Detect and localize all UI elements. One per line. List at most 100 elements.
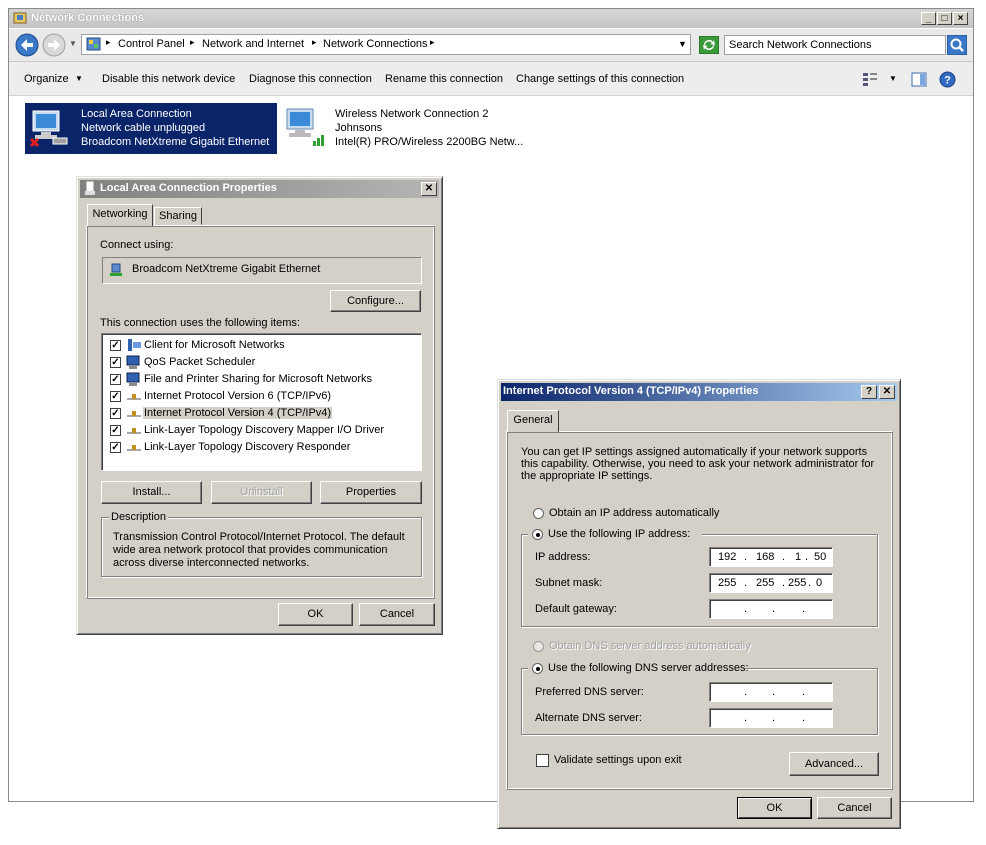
- connection-tile-lan[interactable]: Local Area Connection Network cable unpl…: [25, 103, 277, 154]
- diagnose-button[interactable]: Diagnose this connection: [249, 73, 372, 85]
- item-checkbox[interactable]: ✓: [110, 374, 121, 385]
- preferred-dns-field[interactable]: . . .: [709, 682, 833, 702]
- breadcrumb-separator-icon[interactable]: ▸: [190, 37, 195, 48]
- ok-button[interactable]: OK: [278, 603, 353, 626]
- breadcrumb-control-panel[interactable]: Control Panel: [118, 38, 185, 50]
- ip-octet-3[interactable]: 1: [795, 551, 801, 563]
- network-adapter-icon: [85, 181, 95, 195]
- search-icon[interactable]: [947, 35, 967, 55]
- history-dropdown-icon[interactable]: ▼: [69, 39, 77, 48]
- default-gateway-field[interactable]: . . .: [709, 599, 833, 619]
- item-checkbox[interactable]: ✓: [110, 442, 121, 453]
- tab-general[interactable]: General: [507, 410, 559, 432]
- back-arrow-icon[interactable]: [15, 33, 39, 57]
- list-item[interactable]: ✓ Link-Layer Topology Discovery Mapper I…: [110, 422, 410, 439]
- obtain-dns-radio[interactable]: [533, 641, 544, 652]
- alternate-dns-field[interactable]: . . .: [709, 708, 833, 728]
- ip-dot: .: [744, 551, 748, 563]
- help-button[interactable]: ?: [861, 385, 877, 399]
- use-dns-label[interactable]: Use the following DNS server addresses:: [548, 662, 749, 674]
- ip-dot: .: [805, 551, 809, 563]
- maximize-button[interactable]: □: [937, 12, 952, 25]
- validate-label[interactable]: Validate settings upon exit: [554, 754, 682, 766]
- breadcrumb-separator-icon[interactable]: ▸: [430, 37, 435, 48]
- list-item[interactable]: ✓ Link-Layer Topology Discovery Responde…: [110, 439, 410, 456]
- connection-tile-wireless[interactable]: Wireless Network Connection 2 Johnsons I…: [281, 103, 541, 154]
- close-button[interactable]: ✕: [421, 182, 437, 196]
- list-item[interactable]: ✓ Internet Protocol Version 6 (TCP/IPv6): [110, 388, 410, 405]
- preview-pane-icon[interactable]: [911, 72, 927, 87]
- dialog-titlebar[interactable]: Internet Protocol Version 4 (TCP/IPv4) P…: [501, 383, 897, 401]
- use-ip-label[interactable]: Use the following IP address:: [548, 528, 690, 540]
- list-item[interactable]: ✓ Client for Microsoft Networks: [110, 337, 410, 354]
- window-titlebar[interactable]: Network Connections _ □ ×: [9, 9, 973, 28]
- configure-button[interactable]: Configure...: [330, 290, 421, 312]
- components-list[interactable]: ✓ Client for Microsoft Networks ✓ QoS Pa…: [101, 333, 422, 471]
- item-checkbox[interactable]: ✓: [110, 391, 121, 402]
- dialog-titlebar[interactable]: Local Area Connection Properties ✕: [80, 180, 439, 198]
- close-button[interactable]: ✕: [879, 385, 895, 399]
- ip-dot: .: [802, 603, 806, 615]
- list-item[interactable]: ✓ QoS Packet Scheduler: [110, 354, 410, 371]
- install-button[interactable]: Install...: [101, 481, 202, 504]
- views-dropdown-icon[interactable]: ▼: [889, 74, 897, 83]
- address-bar-row: ▼ ▸ Control Panel ▸ Network and Internet…: [9, 29, 973, 62]
- subnet-octet-3[interactable]: 255: [788, 577, 806, 589]
- help-icon[interactable]: ?: [939, 71, 956, 88]
- description-label: Description: [109, 511, 169, 523]
- organize-menu[interactable]: Organize: [24, 73, 69, 85]
- organize-dropdown-icon[interactable]: ▼: [75, 74, 83, 83]
- control-panel-icon: [86, 37, 101, 51]
- ip-dot: .: [808, 577, 812, 589]
- ip-octet-1[interactable]: 192: [718, 551, 736, 563]
- cancel-button[interactable]: Cancel: [817, 797, 892, 819]
- ip-dot: .: [772, 686, 776, 698]
- disable-device-button[interactable]: Disable this network device: [102, 73, 235, 85]
- views-icon[interactable]: [862, 72, 878, 86]
- ip-octet-4[interactable]: 50: [814, 551, 826, 563]
- properties-button[interactable]: Properties: [320, 481, 422, 504]
- item-checkbox[interactable]: ✓: [110, 357, 121, 368]
- close-button[interactable]: ×: [953, 12, 968, 25]
- rename-button[interactable]: Rename this connection: [385, 73, 503, 85]
- minimize-button[interactable]: _: [921, 12, 936, 25]
- item-checkbox[interactable]: ✓: [110, 425, 121, 436]
- obtain-dns-label[interactable]: Obtain DNS server address automatically: [549, 640, 751, 652]
- tab-sharing[interactable]: Sharing: [154, 207, 202, 225]
- breadcrumb-network-connections[interactable]: Network Connections: [323, 38, 428, 50]
- subnet-octet-4[interactable]: 0: [816, 577, 822, 589]
- cancel-button[interactable]: Cancel: [359, 603, 435, 626]
- advanced-button[interactable]: Advanced...: [789, 752, 879, 776]
- ip-octet-2[interactable]: 168: [756, 551, 774, 563]
- use-ip-radio[interactable]: [532, 529, 543, 540]
- address-breadcrumb[interactable]: ▸ Control Panel ▸ Network and Internet ▸…: [81, 34, 691, 55]
- list-item[interactable]: ✓ File and Printer Sharing for Microsoft…: [110, 371, 410, 388]
- tab-networking[interactable]: Networking: [87, 204, 153, 226]
- breadcrumb-separator-icon[interactable]: ▸: [312, 37, 317, 48]
- change-settings-button[interactable]: Change settings of this connection: [516, 73, 684, 85]
- service-icon: [126, 372, 140, 386]
- use-dns-option[interactable]: Use the following DNS server addresses:: [528, 661, 749, 675]
- subnet-octet-2[interactable]: 255: [756, 577, 774, 589]
- validate-checkbox[interactable]: [536, 754, 549, 767]
- forward-arrow-icon[interactable]: [42, 33, 66, 57]
- ip-dot: .: [782, 551, 786, 563]
- use-ip-option[interactable]: Use the following IP address:: [528, 527, 702, 541]
- list-item-selected[interactable]: ✓ Internet Protocol Version 4 (TCP/IPv4): [110, 405, 410, 422]
- search-input[interactable]: Search Network Connections: [724, 35, 946, 55]
- address-dropdown-icon[interactable]: ▼: [678, 39, 687, 49]
- refresh-icon[interactable]: [699, 36, 719, 54]
- breadcrumb-network-internet[interactable]: Network and Internet: [202, 38, 304, 50]
- ok-button[interactable]: OK: [737, 797, 812, 819]
- uninstall-button[interactable]: Uninstall: [211, 481, 312, 504]
- obtain-ip-radio[interactable]: [533, 508, 544, 519]
- subnet-octet-1[interactable]: 255: [718, 577, 736, 589]
- ip-address-field[interactable]: 192 . 168 . 1 . 50: [709, 547, 833, 567]
- obtain-ip-label[interactable]: Obtain an IP address automatically: [549, 507, 719, 519]
- item-checkbox[interactable]: ✓: [110, 340, 121, 351]
- item-label: Internet Protocol Version 4 (TCP/IPv4): [143, 407, 333, 419]
- item-checkbox[interactable]: ✓: [110, 408, 121, 419]
- subnet-mask-field[interactable]: 255 . 255 . 255 . 0: [709, 573, 833, 593]
- use-dns-radio[interactable]: [532, 663, 543, 674]
- protocol-icon: [127, 428, 141, 434]
